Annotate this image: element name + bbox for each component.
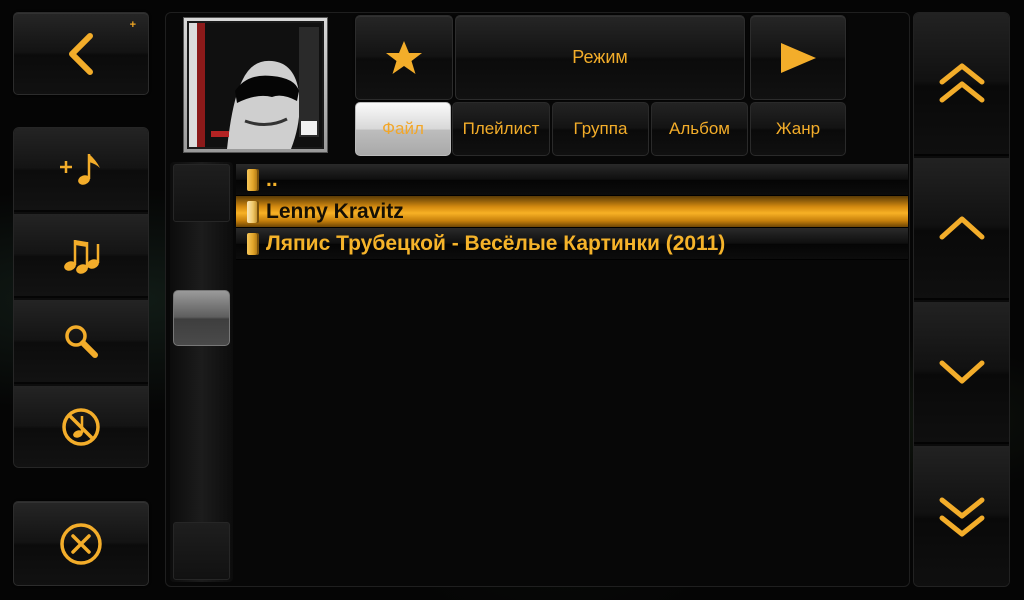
chevron-left-icon <box>69 32 93 75</box>
list-item-label: .. <box>266 167 278 191</box>
folder-icon <box>247 200 257 223</box>
scrollbar-top-segment <box>173 164 230 222</box>
plus-note-icon <box>60 154 100 185</box>
list-item-lenny-kravitz[interactable]: Lenny Kravitz <box>236 196 908 228</box>
tab-file[interactable]: Файл <box>355 102 451 156</box>
notes-icon <box>64 240 100 274</box>
play-icon <box>781 42 816 73</box>
tab-album[interactable]: Альбом <box>651 102 748 156</box>
folder-icon <box>247 168 257 191</box>
search-button[interactable] <box>14 300 148 384</box>
scrollbar[interactable] <box>170 162 233 582</box>
search-icon <box>65 325 98 358</box>
tab-file-label: Файл <box>382 119 424 138</box>
add-track-button[interactable] <box>14 128 148 212</box>
page-up-button[interactable] <box>914 13 1009 156</box>
favorite-button[interactable] <box>355 15 453 100</box>
music-browser-screen: + Режим Файл Плейлист Группа Альбом Жанр… <box>0 0 1024 600</box>
tab-playlist[interactable]: Плейлист <box>452 102 550 156</box>
back-button[interactable]: + <box>13 12 149 95</box>
tab-genre[interactable]: Жанр <box>750 102 846 156</box>
no-music-icon <box>62 408 100 446</box>
double-chevron-up-icon <box>939 63 984 102</box>
tab-genre-label: Жанр <box>775 119 821 138</box>
tab-album-label: Альбом <box>669 119 730 138</box>
line-down-button[interactable] <box>914 302 1009 444</box>
line-up-button[interactable] <box>914 158 1009 300</box>
album-art-image <box>187 21 324 149</box>
list-item-label: Ляпис Трубецкой - Весёлые Картинки (2011… <box>266 231 726 255</box>
page-down-button[interactable] <box>914 446 1009 586</box>
list-item-parent-folder[interactable]: .. <box>236 164 908 196</box>
scrollbar-bottom-segment <box>173 522 230 580</box>
list-item-label: Lenny Kravitz <box>266 199 404 223</box>
album-cover <box>183 17 328 153</box>
back-badge: + <box>129 19 136 31</box>
scrollbar-thumb[interactable] <box>173 290 230 346</box>
close-circle-icon <box>60 522 102 565</box>
chevron-up-icon <box>939 216 984 240</box>
play-button[interactable] <box>750 15 846 100</box>
close-button[interactable] <box>13 501 149 586</box>
mode-button[interactable]: Режим <box>455 15 745 100</box>
mode-label: Режим <box>572 47 628 67</box>
chevron-down-icon <box>939 360 984 384</box>
notes-button[interactable] <box>14 214 148 298</box>
folder-icon <box>247 232 257 255</box>
double-chevron-down-icon <box>939 497 984 537</box>
right-nav-column <box>913 12 1010 587</box>
tab-playlist-label: Плейлист <box>462 119 540 138</box>
no-music-button[interactable] <box>14 386 148 467</box>
tab-group[interactable]: Группа <box>552 102 649 156</box>
tab-group-label: Группа <box>573 119 628 138</box>
file-list: .. Lenny Kravitz Ляпис Трубецкой - Весёл… <box>236 164 908 260</box>
star-icon <box>386 40 422 74</box>
list-item-lyapis-trubetskoy[interactable]: Ляпис Трубецкой - Весёлые Картинки (2011… <box>236 228 908 260</box>
left-action-group <box>13 127 149 468</box>
